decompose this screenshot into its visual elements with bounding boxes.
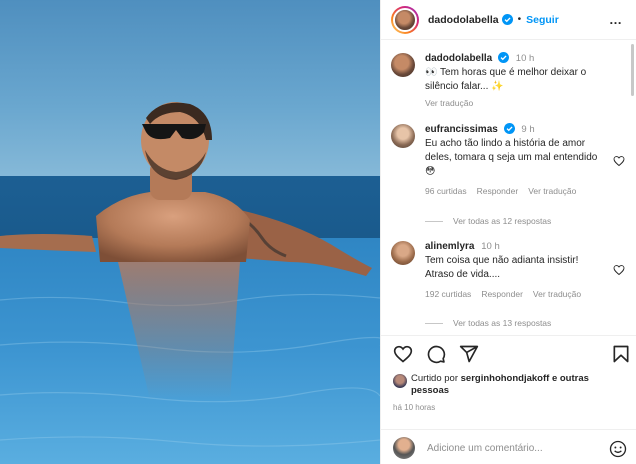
verified-icon [498,52,510,63]
share-icon[interactable] [459,344,479,364]
replies-divider [425,322,443,324]
more-options-icon[interactable]: … [609,12,623,27]
view-replies-label[interactable]: Ver todas as 12 respostas [453,216,551,226]
view-replies[interactable]: Ver todas as 12 respostas [425,216,551,226]
author-avatar-ring[interactable] [391,5,419,34]
comment-like-heart-icon[interactable] [613,155,625,167]
comment-username[interactable]: dadodolabella [425,53,492,64]
comment-time: 9 h [521,124,535,135]
follow-button[interactable]: Seguir [526,14,559,26]
post-side-panel: dadodolabella • Seguir … dadodolabella 1… [380,0,636,464]
reply-button[interactable]: Responder [477,184,519,198]
save-icon[interactable] [611,344,631,364]
translate-link[interactable]: Ver tradução [533,287,581,301]
comment-text: 👀 Tem horas que é melhor deixar o silênc… [425,67,587,92]
liked-by-user[interactable]: serginhohondjakoff [461,373,550,384]
liker-avatar[interactable] [393,374,407,388]
translate-link[interactable]: Ver tradução [528,184,576,198]
comment-icon[interactable] [426,344,446,364]
separator-dot: • [517,14,522,25]
comment-item: eufrancissimas 9 h Eu acho tão lindo a h… [391,123,627,198]
reply-button[interactable]: Responder [481,287,523,301]
comment-text: Tem coisa que não adianta insistir! Atra… [425,255,579,280]
avatar[interactable] [391,53,415,77]
translate-link[interactable]: Ver tradução [425,96,473,110]
comments-scrollbar[interactable] [631,44,634,96]
post-photo [0,0,380,464]
add-comment-bar [381,429,636,464]
verified-icon [503,123,515,134]
caption-comment: dadodolabella 10 h 👀 Tem horas que é mel… [391,52,627,110]
view-replies-label[interactable]: Ver todas as 13 respostas [453,318,551,328]
replies-divider [425,220,443,222]
liked-by: Curtido por serginhohondjakoff e outras … [393,373,629,397]
current-user-avatar [393,437,415,459]
likes-count[interactable]: 96 curtidas [425,184,467,198]
liked-by-prefix: Curtido por [411,373,458,384]
comment-time: 10 h [515,53,535,64]
avatar[interactable] [391,241,415,265]
verified-icon [501,14,513,25]
post-header: dadodolabella • Seguir … [381,0,636,40]
comments-list: dadodolabella 10 h 👀 Tem horas que é mel… [381,41,629,335]
likes-count[interactable]: 192 curtidas [425,287,471,301]
avatar[interactable] [391,124,415,148]
view-replies[interactable]: Ver todas as 13 respostas [425,318,551,328]
emoji-icon[interactable] [609,440,627,458]
post-timestamp[interactable]: há 10 horas [393,403,435,412]
comment-username[interactable]: alinemlyra [425,241,474,252]
post-image [0,0,380,464]
comment-time: 10 h [481,241,500,252]
comment-text: Eu acho tão lindo a história de amor del… [425,138,598,177]
post-actions: Curtido por serginhohondjakoff e outras … [381,335,636,464]
heart-icon[interactable] [393,344,413,364]
comment-like-heart-icon[interactable] [613,264,625,276]
comment-input[interactable] [427,442,597,454]
author-username[interactable]: dadodolabella [428,14,499,26]
author-avatar[interactable] [393,7,417,32]
comment-item: alinemlyra 10 h Tem coisa que não adiant… [391,240,627,301]
comment-username[interactable]: eufrancissimas [425,124,498,135]
